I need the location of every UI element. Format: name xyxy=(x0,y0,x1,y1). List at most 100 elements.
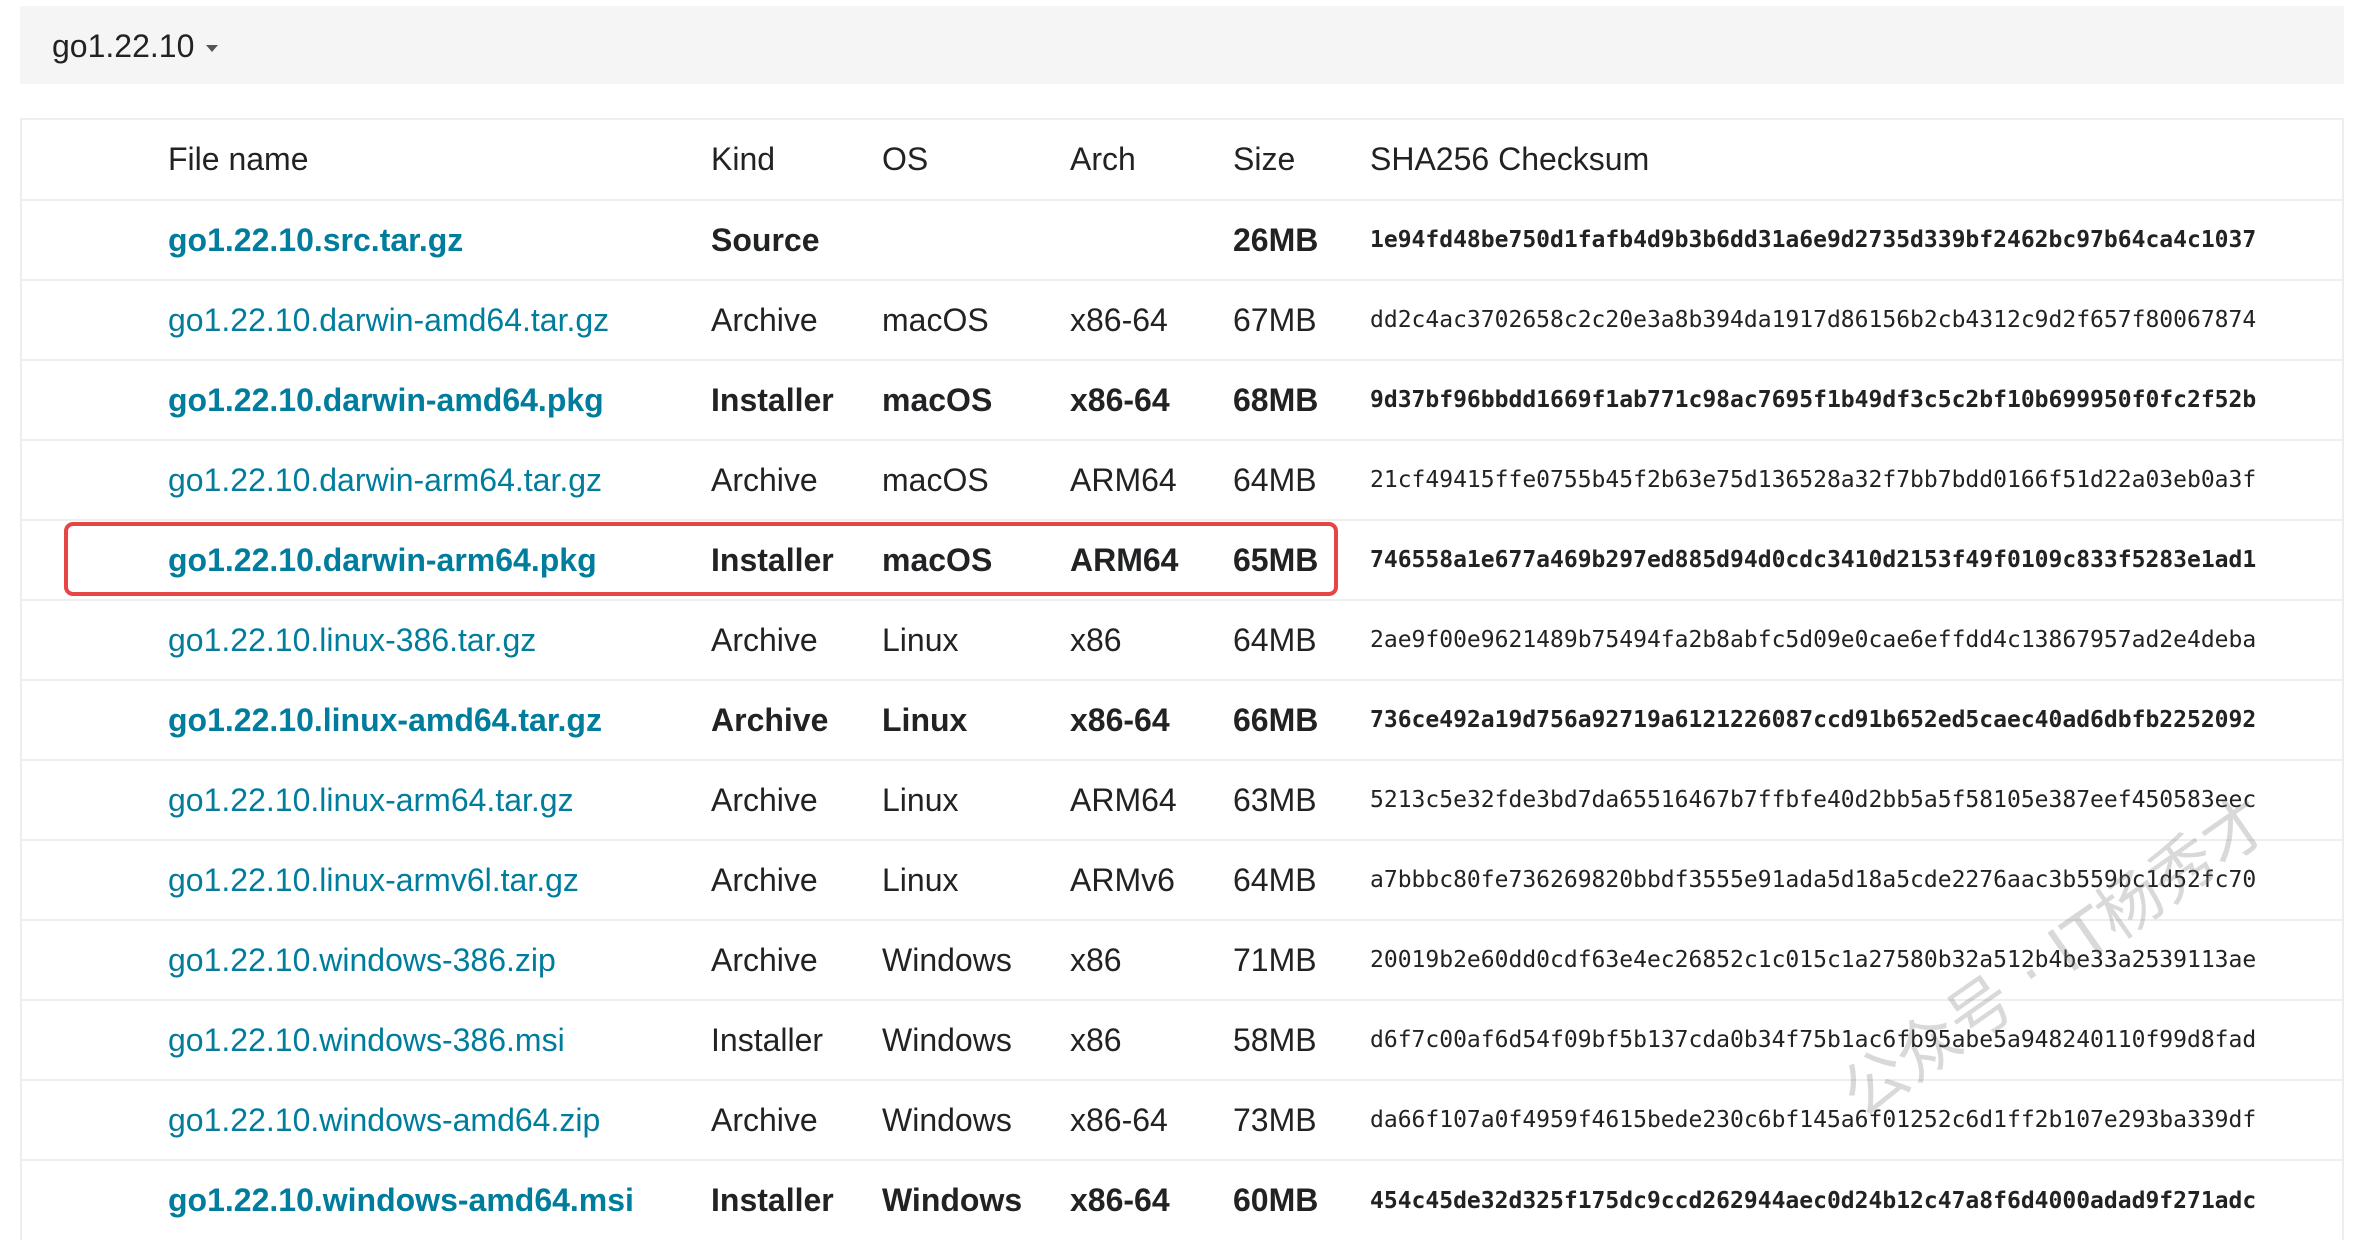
table-header-row: File name Kind OS Arch Size SHA256 Check… xyxy=(22,120,2342,200)
download-link[interactable]: go1.22.10.darwin-arm64.tar.gz xyxy=(168,462,602,498)
table-row: go1.22.10.darwin-amd64.tar.gz Archive macO… xyxy=(22,280,2342,360)
arch-cell: x86 xyxy=(1070,941,1122,978)
download-link[interactable]: go1.22.10.windows-amd64.msi xyxy=(168,1182,634,1218)
row-spacer xyxy=(22,680,168,760)
size-cell: 63MB xyxy=(1233,781,1317,818)
kind-cell: Archive xyxy=(711,781,818,818)
download-link[interactable]: go1.22.10.darwin-amd64.tar.gz xyxy=(168,302,609,338)
arch-cell: x86-64 xyxy=(1070,381,1170,418)
os-cell: Linux xyxy=(882,861,959,898)
download-link[interactable]: go1.22.10.linux-arm64.tar.gz xyxy=(168,782,574,818)
table-row: go1.22.10.linux-amd64.tar.gz Archive Linux… xyxy=(22,680,2342,760)
table-row: go1.22.10.windows-386.zip Archive Windows x… xyxy=(22,920,2342,1000)
row-spacer xyxy=(22,1160,168,1240)
header-checksum: SHA256 Checksum xyxy=(1370,141,1650,177)
row-spacer xyxy=(22,280,168,360)
table-row: go1.22.10.darwin-arm64.pkg Installer macOS… xyxy=(22,520,2342,600)
download-link[interactable]: go1.22.10.src.tar.gz xyxy=(168,222,463,258)
row-spacer xyxy=(22,440,168,520)
os-cell: Windows xyxy=(882,1182,1023,1218)
row-spacer xyxy=(22,520,168,600)
arch-cell xyxy=(1070,200,1233,280)
os-cell: macOS xyxy=(882,461,989,498)
table-row: go1.22.10.windows-amd64.msi Installer Wind… xyxy=(22,1160,2342,1240)
download-link[interactable]: go1.22.10.windows-amd64.zip xyxy=(168,1102,600,1138)
kind-cell: Archive xyxy=(711,941,818,978)
checksum-cell: 20019b2e60dd0cdf63e4ec26852c1c015c1a2758… xyxy=(1370,947,2257,973)
file-name-cell: go1.22.10.linux-amd64.tar.gz xyxy=(168,680,711,760)
kind-cell: Archive xyxy=(711,861,818,898)
size-cell: 60MB xyxy=(1233,1182,1319,1218)
download-link[interactable]: go1.22.10.linux-386.tar.gz xyxy=(168,622,536,658)
row-spacer xyxy=(22,840,168,920)
os-cell: Windows xyxy=(882,1021,1012,1058)
header-arch: Arch xyxy=(1070,141,1136,177)
checksum-cell: a7bbbc80fe736269820bbdf3555e91ada5d18a5c… xyxy=(1370,867,2257,893)
checksum-cell: 746558a1e677a469b297ed885d94d0cdc3410d21… xyxy=(1370,547,2257,573)
arch-cell: x86-64 xyxy=(1070,1182,1170,1218)
row-spacer xyxy=(22,200,168,280)
table-row: go1.22.10.linux-386.tar.gz Archive Linux x8… xyxy=(22,600,2342,680)
size-cell: 26MB xyxy=(1233,221,1319,258)
file-name-cell: go1.22.10.windows-amd64.zip xyxy=(168,1080,711,1160)
download-link[interactable]: go1.22.10.linux-amd64.tar.gz xyxy=(168,702,602,738)
arch-cell: x86-64 xyxy=(1070,701,1170,738)
checksum-cell: 1e94fd48be750d1fafb4d9b3b6dd31a6e9d2735d… xyxy=(1370,227,2257,253)
version-dropdown[interactable]: go1.22.10 xyxy=(52,26,219,66)
arch-cell: ARMv6 xyxy=(1070,861,1175,898)
download-link[interactable]: go1.22.10.windows-386.zip xyxy=(168,942,556,978)
os-cell: Linux xyxy=(882,781,959,818)
arch-cell: ARM64 xyxy=(1070,541,1179,578)
file-name-cell: go1.22.10.windows-amd64.msi xyxy=(168,1160,711,1240)
checksum-cell: 5213c5e32fde3bd7da65516467b7ffbfe40d2bb5… xyxy=(1370,787,2257,813)
version-bar: go1.22.10 xyxy=(20,6,2344,84)
header-spacer xyxy=(22,120,168,200)
table-row: go1.22.10.linux-arm64.tar.gz Archive Linux… xyxy=(22,760,2342,840)
download-link[interactable]: go1.22.10.darwin-amd64.pkg xyxy=(168,382,604,418)
row-spacer xyxy=(22,1080,168,1160)
kind-cell: Installer xyxy=(711,1182,834,1218)
download-link[interactable]: go1.22.10.darwin-arm64.pkg xyxy=(168,542,597,578)
os-cell: macOS xyxy=(882,541,993,578)
file-name-cell: go1.22.10.darwin-amd64.tar.gz xyxy=(168,280,711,360)
size-cell: 64MB xyxy=(1233,461,1317,498)
kind-cell: Archive xyxy=(711,301,818,338)
table-row: go1.22.10.darwin-amd64.pkg Installer macOS… xyxy=(22,360,2342,440)
checksum-cell: dd2c4ac3702658c2c20e3a8b394da1917d86156b… xyxy=(1370,307,2257,333)
checksum-cell: 454c45de32d325f175dc9ccd262944aec0d24b12… xyxy=(1370,1187,2257,1214)
kind-cell: Installer xyxy=(711,381,834,418)
size-cell: 65MB xyxy=(1233,541,1319,578)
table-row: go1.22.10.linux-armv6l.tar.gz Archive Linu… xyxy=(22,840,2342,920)
arch-cell: x86-64 xyxy=(1070,301,1168,338)
file-name-cell: go1.22.10.linux-arm64.tar.gz xyxy=(168,760,711,840)
size-cell: 71MB xyxy=(1233,941,1317,978)
download-link[interactable]: go1.22.10.linux-armv6l.tar.gz xyxy=(168,862,579,898)
table-row: go1.22.10.windows-386.msi Installer Window… xyxy=(22,1000,2342,1080)
file-name-cell: go1.22.10.src.tar.gz xyxy=(168,200,711,280)
row-spacer xyxy=(22,920,168,1000)
file-name-cell: go1.22.10.darwin-arm64.tar.gz xyxy=(168,440,711,520)
checksum-cell: 9d37bf96bbdd1669f1ab771c98ac7695f1b49df3… xyxy=(1370,387,2257,413)
os-cell: macOS xyxy=(882,301,989,338)
table-row: go1.22.10.windows-amd64.zip Archive Window… xyxy=(22,1080,2342,1160)
checksum-cell: 2ae9f00e9621489b75494fa2b8abfc5d09e0cae6… xyxy=(1370,627,2257,653)
checksum-cell: d6f7c00af6d54f09bf5b137cda0b34f75b1ac6fb… xyxy=(1370,1027,2257,1053)
size-cell: 64MB xyxy=(1233,861,1317,898)
os-cell: Linux xyxy=(882,621,959,658)
row-spacer xyxy=(22,1000,168,1080)
downloads-table-container: File name Kind OS Arch Size SHA256 Check… xyxy=(20,118,2344,1240)
file-name-cell: go1.22.10.linux-armv6l.tar.gz xyxy=(168,840,711,920)
kind-cell: Archive xyxy=(711,1101,818,1138)
size-cell: 58MB xyxy=(1233,1021,1317,1058)
os-cell: Windows xyxy=(882,941,1012,978)
file-name-cell: go1.22.10.linux-386.tar.gz xyxy=(168,600,711,680)
checksum-cell: 736ce492a19d756a92719a6121226087ccd91b65… xyxy=(1370,707,2257,733)
kind-cell: Installer xyxy=(711,1021,824,1058)
arch-cell: ARM64 xyxy=(1070,781,1177,818)
download-link[interactable]: go1.22.10.windows-386.msi xyxy=(168,1022,565,1058)
checksum-cell: 21cf49415ffe0755b45f2b63e75d136528a32f7b… xyxy=(1370,467,2257,493)
table-row: go1.22.10.src.tar.gz Source 26MB 1e94fd48be… xyxy=(22,200,2342,280)
size-cell: 67MB xyxy=(1233,301,1317,338)
os-cell xyxy=(882,200,1070,280)
row-spacer xyxy=(22,360,168,440)
